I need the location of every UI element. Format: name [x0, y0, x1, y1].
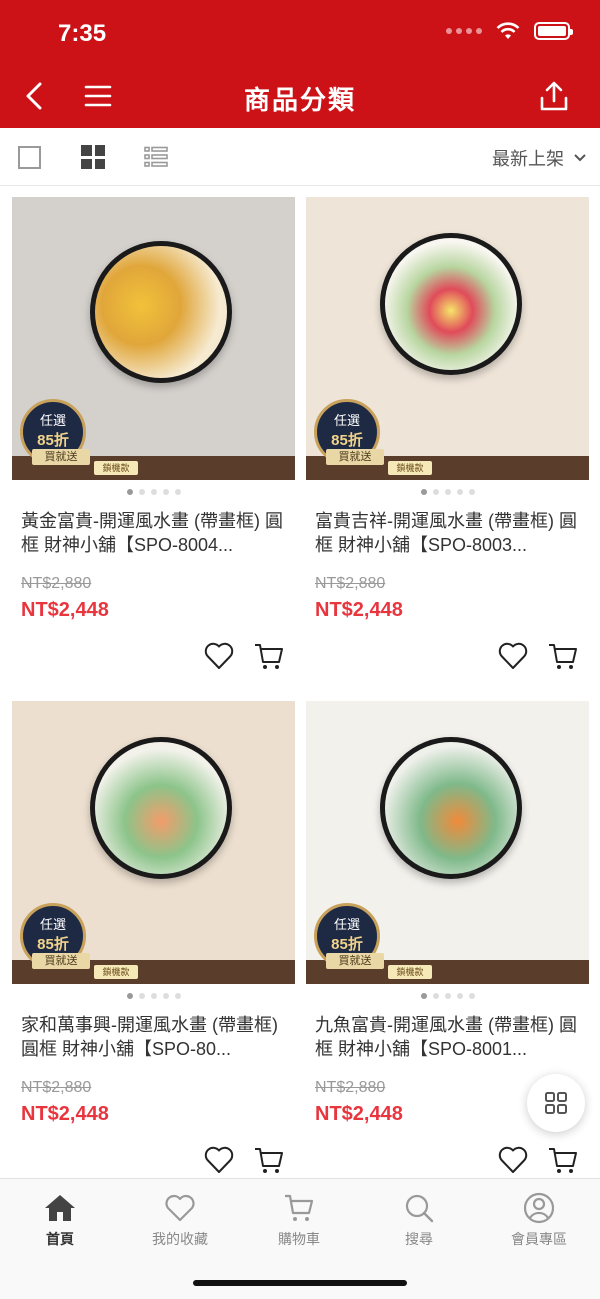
- heart-icon: [204, 642, 234, 669]
- tab-search[interactable]: 搜尋: [369, 1191, 469, 1249]
- product-image[interactable]: 任選 85折 買就送 鎖機款: [12, 701, 295, 984]
- promo-ribbon: 買就送: [32, 953, 90, 969]
- app-header: 7:35 商品分類: [0, 0, 600, 128]
- promo-ribbon: 買就送: [326, 953, 384, 969]
- promo-ribbon: 買就送: [326, 449, 384, 465]
- view-toolbar: 最新上架: [0, 128, 600, 186]
- favorite-button[interactable]: [498, 1145, 528, 1175]
- product-title[interactable]: 富貴吉祥-開運風水畫 (帶畫框) 圓框 財神小舖【SPO-8003...: [315, 509, 585, 557]
- tab-label: 我的收藏: [152, 1231, 208, 1247]
- share-icon: [540, 81, 568, 111]
- painting-frame: [380, 737, 522, 879]
- home-icon: [45, 1195, 75, 1221]
- favorite-button[interactable]: [204, 641, 234, 671]
- promo-badge-top: 任選: [39, 917, 66, 932]
- promo-ribbon: 買就送: [32, 449, 90, 465]
- tab-label: 購物車: [278, 1231, 320, 1247]
- product-image[interactable]: 任選 85折 買就送 鎖機款: [306, 701, 589, 984]
- heart-icon: [498, 642, 528, 669]
- nav-bar: 商品分類: [0, 64, 600, 128]
- image-pagination: [306, 993, 589, 999]
- sale-price: NT$2,448: [21, 599, 109, 621]
- status-icons: [446, 22, 573, 40]
- painting-frame: [90, 737, 232, 879]
- original-price: NT$2,880: [21, 575, 92, 592]
- promo-badge-top: 任選: [333, 413, 360, 428]
- promo-badge-top: 任選: [333, 917, 360, 932]
- side-badge: 鎖機款: [388, 965, 432, 979]
- product-image[interactable]: 任選 85折 買就送 鎖機款: [306, 197, 589, 480]
- grid-view-icon[interactable]: [81, 145, 105, 169]
- add-to-cart-button[interactable]: [254, 1145, 284, 1175]
- wifi-icon: [496, 22, 520, 39]
- tab-label: 搜尋: [405, 1231, 433, 1247]
- sale-price: NT$2,448: [21, 1103, 109, 1125]
- cart-icon: [255, 644, 283, 669]
- painting-frame: [90, 241, 232, 383]
- product-title[interactable]: 家和萬事興-開運風水畫 (帶畫框) 圓框 財神小舖【SPO-80...: [21, 1013, 291, 1061]
- page-title: 商品分類: [243, 85, 356, 115]
- tab-label: 首頁: [46, 1231, 74, 1247]
- image-pagination: [306, 489, 589, 495]
- sort-dropdown[interactable]: 最新上架: [492, 145, 586, 171]
- original-price: NT$2,880: [21, 1079, 92, 1096]
- tab-label: 會員專區: [511, 1231, 567, 1247]
- promo-badge-top: 任選: [39, 413, 66, 428]
- side-badge: 鎖機款: [94, 461, 138, 475]
- product-title[interactable]: 九魚富貴-開運風水畫 (帶畫框) 圓框 財神小舖【SPO-8001...: [315, 1013, 585, 1061]
- promo-badge-discount: 85折: [37, 936, 69, 953]
- promo-badge-discount: 85折: [331, 432, 363, 449]
- tab-member[interactable]: 會員專區: [489, 1191, 589, 1249]
- side-badge: 鎖機款: [94, 965, 138, 979]
- product-card[interactable]: 任選 85折 買就送 鎖機款 家和萬事興-開運風水畫 (帶畫框) 圓框 財神小舖…: [12, 701, 295, 1181]
- chevron-down-icon: [574, 154, 586, 162]
- cart-icon: [285, 1194, 314, 1221]
- add-to-cart-button[interactable]: [254, 641, 284, 671]
- heart-icon: [165, 1194, 195, 1222]
- original-price: NT$2,880: [315, 1079, 386, 1096]
- promo-badge-discount: 85折: [331, 936, 363, 953]
- painting-frame: [380, 233, 522, 375]
- list-view-icon[interactable]: [144, 146, 168, 168]
- status-bar: 7:35: [0, 0, 600, 64]
- share-button[interactable]: [532, 76, 576, 116]
- product-card[interactable]: 任選 85折 買就送 鎖機款 黃金富貴-開運風水畫 (帶畫框) 圓框 財神小舖【…: [12, 197, 295, 677]
- product-image[interactable]: 任選 85折 買就送 鎖機款: [12, 197, 295, 480]
- heart-icon: [204, 1146, 234, 1173]
- sale-price: NT$2,448: [315, 1103, 403, 1125]
- grid-menu-icon: [545, 1092, 567, 1114]
- quick-menu-button[interactable]: [527, 1074, 585, 1132]
- tab-favorites[interactable]: 我的收藏: [130, 1191, 230, 1249]
- product-card[interactable]: 任選 85折 買就送 鎖機款 富貴吉祥-開運風水畫 (帶畫框) 圓框 財神小舖【…: [306, 197, 589, 677]
- image-pagination: [12, 489, 295, 495]
- heart-icon: [498, 1146, 528, 1173]
- sort-label: 最新上架: [492, 149, 564, 169]
- product-title[interactable]: 黃金富貴-開運風水畫 (帶畫框) 圓框 財神小舖【SPO-8004...: [21, 509, 291, 557]
- search-icon: [405, 1194, 434, 1223]
- battery-icon: [534, 22, 573, 40]
- home-indicator: [193, 1280, 407, 1286]
- cart-icon: [549, 1148, 577, 1173]
- promo-badge-discount: 85折: [37, 432, 69, 449]
- tab-cart[interactable]: 購物車: [249, 1191, 349, 1249]
- original-price: NT$2,880: [315, 575, 386, 592]
- image-pagination: [12, 993, 295, 999]
- tab-home[interactable]: 首頁: [10, 1191, 110, 1249]
- signal-icon: [446, 28, 482, 34]
- favorite-button[interactable]: [204, 1145, 234, 1175]
- single-view-icon[interactable]: [18, 146, 41, 169]
- user-icon: [523, 1192, 555, 1224]
- cart-icon: [549, 644, 577, 669]
- add-to-cart-button[interactable]: [548, 1145, 578, 1175]
- sale-price: NT$2,448: [315, 599, 403, 621]
- status-time: 7:35: [58, 20, 107, 47]
- favorite-button[interactable]: [498, 641, 528, 671]
- cart-icon: [255, 1148, 283, 1173]
- side-badge: 鎖機款: [388, 461, 432, 475]
- add-to-cart-button[interactable]: [548, 641, 578, 671]
